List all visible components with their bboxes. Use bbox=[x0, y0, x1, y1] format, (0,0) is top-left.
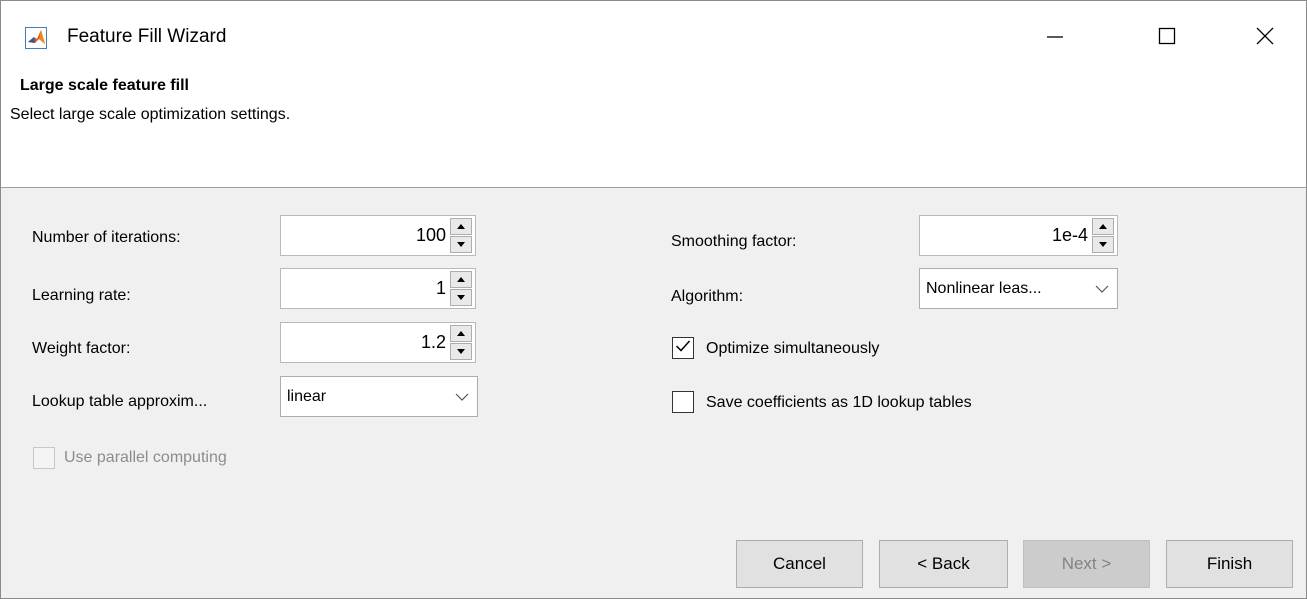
smoothing-factor-spinner[interactable]: 1e-4 bbox=[919, 215, 1118, 256]
lookup-table-dropdown[interactable]: linear bbox=[280, 376, 478, 417]
arrow-down-icon bbox=[1099, 242, 1107, 247]
weight-factor-label: Weight factor: bbox=[32, 340, 131, 357]
title-bar: Feature Fill Wizard bbox=[1, 1, 1306, 75]
cancel-button[interactable]: Cancel bbox=[736, 540, 863, 588]
checkmark-icon bbox=[675, 339, 691, 358]
minimize-button[interactable] bbox=[1025, 1, 1085, 75]
optimize-simultaneously-label: Optimize simultaneously bbox=[706, 340, 880, 357]
minimize-icon bbox=[1046, 27, 1064, 50]
maximize-button[interactable] bbox=[1137, 1, 1197, 75]
smoothing-factor-label: Smoothing factor: bbox=[671, 233, 797, 250]
iterations-value[interactable]: 100 bbox=[281, 225, 450, 246]
close-button[interactable] bbox=[1235, 1, 1295, 75]
arrow-up-icon bbox=[1099, 224, 1107, 229]
smoothing-factor-down-button[interactable] bbox=[1092, 236, 1114, 253]
arrow-down-icon bbox=[457, 295, 465, 300]
iterations-up-button[interactable] bbox=[450, 218, 472, 235]
arrow-down-icon bbox=[457, 242, 465, 247]
arrow-up-icon bbox=[457, 331, 465, 336]
arrow-up-icon bbox=[457, 277, 465, 282]
page-subtitle: Select large scale optimization settings… bbox=[10, 106, 291, 123]
arrow-up-icon bbox=[457, 224, 465, 229]
algorithm-value: Nonlinear leas... bbox=[926, 279, 1042, 297]
feature-fill-wizard-window: Feature Fill Wizard Large scale feature … bbox=[0, 0, 1307, 599]
weight-factor-down-button[interactable] bbox=[450, 343, 472, 360]
optimize-simultaneously-checkbox[interactable] bbox=[672, 337, 694, 359]
close-icon bbox=[1256, 27, 1274, 50]
maximize-icon bbox=[1158, 27, 1176, 50]
save-coefficients-checkbox[interactable] bbox=[672, 391, 694, 413]
back-button[interactable]: < Back bbox=[879, 540, 1008, 588]
chevron-down-icon bbox=[1087, 285, 1117, 293]
weight-factor-up-button[interactable] bbox=[450, 325, 472, 342]
finish-button[interactable]: Finish bbox=[1166, 540, 1293, 588]
algorithm-dropdown[interactable]: Nonlinear leas... bbox=[919, 268, 1118, 309]
page-title: Large scale feature fill bbox=[20, 77, 189, 94]
next-button[interactable]: Next > bbox=[1023, 540, 1150, 588]
algorithm-label: Algorithm: bbox=[671, 288, 744, 305]
parallel-computing-label: Use parallel computing bbox=[64, 449, 227, 466]
iterations-spinner[interactable]: 100 bbox=[280, 215, 476, 256]
learning-rate-label: Learning rate: bbox=[32, 287, 131, 304]
matlab-icon bbox=[25, 27, 47, 49]
save-coefficients-label: Save coefficients as 1D lookup tables bbox=[706, 394, 972, 411]
iterations-down-button[interactable] bbox=[450, 236, 472, 253]
arrow-down-icon bbox=[457, 349, 465, 354]
learning-rate-up-button[interactable] bbox=[450, 271, 472, 288]
lookup-table-label: Lookup table approxim... bbox=[32, 393, 208, 410]
wizard-header: Large scale feature fill Select large sc… bbox=[1, 75, 1306, 188]
smoothing-factor-up-button[interactable] bbox=[1092, 218, 1114, 235]
weight-factor-spinner[interactable]: 1.2 bbox=[280, 322, 476, 363]
learning-rate-value[interactable]: 1 bbox=[281, 278, 450, 299]
window-title: Feature Fill Wizard bbox=[67, 26, 227, 47]
chevron-down-icon bbox=[447, 393, 477, 401]
lookup-table-value: linear bbox=[287, 387, 327, 405]
weight-factor-value[interactable]: 1.2 bbox=[281, 332, 450, 353]
learning-rate-spinner[interactable]: 1 bbox=[280, 268, 476, 309]
iterations-label: Number of iterations: bbox=[32, 229, 181, 246]
parallel-computing-checkbox[interactable] bbox=[33, 447, 55, 469]
smoothing-factor-value[interactable]: 1e-4 bbox=[920, 225, 1092, 246]
learning-rate-down-button[interactable] bbox=[450, 289, 472, 306]
